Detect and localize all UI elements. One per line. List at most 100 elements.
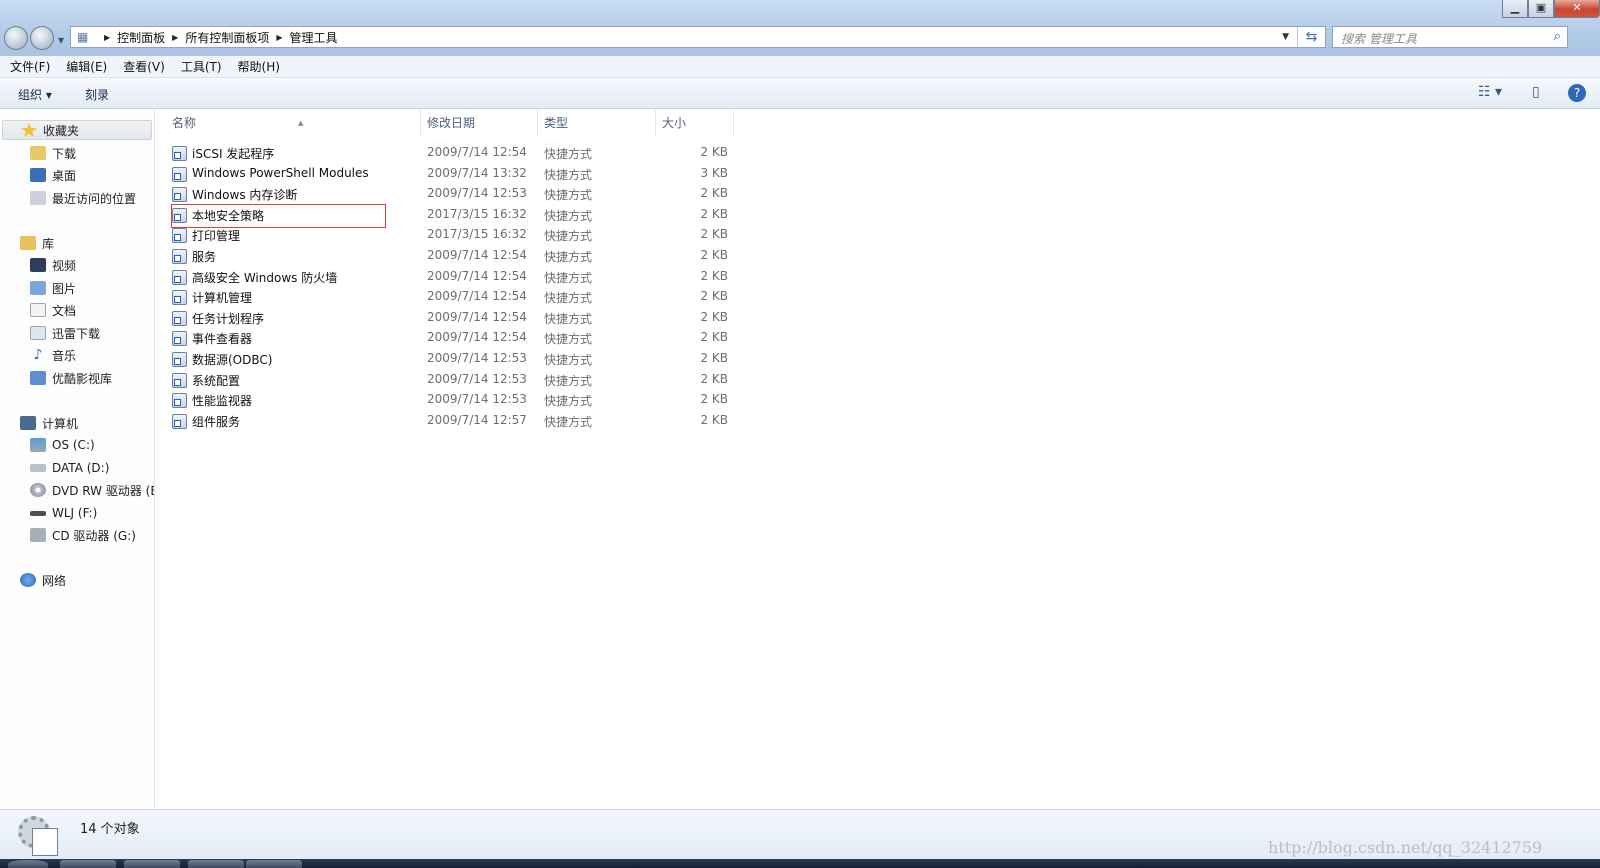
file-row[interactable]: 数据源(ODBC) 2009/7/14 12:53 快捷方式 2 KB (168, 349, 734, 369)
nav-item-desktop[interactable]: 桌面 (30, 165, 76, 185)
shortcut-icon (172, 331, 187, 347)
file-name: 本地安全策略 (192, 208, 265, 223)
nav-item-drive-g[interactable]: CD 驱动器 (G:) (30, 525, 136, 545)
file-size: 2 KB (700, 145, 728, 159)
recent-pages-chevron-icon[interactable]: ▼ (58, 36, 64, 45)
back-button[interactable] (4, 26, 28, 50)
title-bar: ▼ ▦ ▶ 控制面板 ▶ 所有控制面板项 ▶ 管理工具 ▼ ⇆ 搜索 管理工具 … (0, 0, 1600, 56)
breadcrumb-item[interactable]: 管理工具 (290, 29, 338, 46)
view-options-icon[interactable]: ☷ ▾ (1478, 84, 1502, 100)
shortcut-icon (172, 207, 187, 223)
breadcrumb-separator-icon[interactable]: ▶ (276, 33, 282, 42)
menu-tools[interactable]: 工具(T) (181, 58, 222, 75)
file-row[interactable]: iSCSI 发起程序 2009/7/14 12:54 快捷方式 2 KB (168, 143, 734, 163)
help-icon[interactable]: ? (1568, 84, 1586, 102)
nav-label: 迅雷下载 (52, 326, 101, 341)
item-count: 14 个对象 (80, 822, 140, 837)
breadcrumb-separator-icon[interactable]: ▶ (172, 33, 178, 42)
refresh-icon[interactable]: ⇆ (1297, 27, 1325, 47)
search-input[interactable]: 搜索 管理工具 ⌕ (1332, 26, 1568, 48)
start-button[interactable] (8, 860, 48, 868)
menu-edit[interactable]: 编辑(E) (66, 58, 107, 75)
nav-computer[interactable]: 计算机 (20, 413, 78, 433)
nav-item-drive-d[interactable]: DATA (D:) (30, 458, 109, 478)
dvd-drive-icon (30, 483, 46, 497)
nav-label: WLJ (F:) (52, 506, 98, 520)
file-type: 快捷方式 (544, 394, 593, 409)
nav-item-drive-e[interactable]: DVD RW 驱动器 (E (30, 480, 154, 500)
file-date: 2009/7/14 12:53 (427, 351, 527, 365)
nav-label: 文档 (52, 303, 77, 318)
taskbar-app-button[interactable] (246, 860, 302, 868)
file-row[interactable]: Windows PowerShell Modules 2009/7/14 13:3… (168, 164, 734, 184)
address-dropdown-icon[interactable]: ▼ (1282, 32, 1289, 42)
close-button[interactable]: ✕ (1554, 0, 1600, 18)
nav-item-pictures[interactable]: 图片 (30, 278, 76, 298)
shortcut-icon (172, 310, 187, 326)
file-row[interactable]: 组件服务 2009/7/14 12:57 快捷方式 2 KB (168, 411, 734, 431)
nav-item-downloads[interactable]: 下载 (30, 143, 76, 163)
file-type: 快捷方式 (544, 270, 593, 285)
nav-item-recent-places[interactable]: 最近访问的位置 (30, 188, 136, 208)
file-row[interactable]: 本地安全策略 2017/3/15 16:32 快捷方式 2 KB (168, 205, 734, 225)
file-row[interactable]: 高级安全 Windows 防火墙 2009/7/14 12:54 快捷方式 2 KB (168, 267, 734, 287)
navigation-pane: 收藏夹 下载 桌面 最近访问的位置 库 视频 图片 文档 迅雷下载 ♪ 音乐 优… (0, 110, 155, 808)
file-row[interactable]: 性能监视器 2009/7/14 12:53 快捷方式 2 KB (168, 390, 734, 410)
file-type: 快捷方式 (544, 311, 593, 326)
video-icon (30, 258, 46, 272)
pictures-icon (30, 281, 46, 295)
taskbar-app-button[interactable] (124, 860, 180, 868)
file-row[interactable]: 事件查看器 2009/7/14 12:54 快捷方式 2 KB (168, 328, 734, 348)
column-header-date[interactable]: 修改日期 (421, 110, 538, 136)
menu-view[interactable]: 查看(V) (123, 58, 165, 75)
library-icon (20, 236, 36, 250)
breadcrumb-item[interactable]: 所有控制面板项 (185, 29, 269, 46)
minimize-button[interactable]: ▁ (1502, 0, 1528, 18)
file-type: 快捷方式 (544, 414, 593, 429)
breadcrumb-item[interactable]: 控制面板 (117, 29, 165, 46)
nav-item-thunder[interactable]: 迅雷下载 (30, 323, 100, 343)
taskbar (0, 859, 1600, 868)
organize-button[interactable]: 组织 ▾ (18, 86, 52, 103)
column-label: 大小 (662, 116, 687, 130)
file-date: 2009/7/14 12:53 (427, 371, 527, 386)
file-row[interactable]: 服务 2009/7/14 12:54 快捷方式 2 KB (168, 246, 734, 266)
menu-help[interactable]: 帮助(H) (238, 58, 280, 75)
forward-button[interactable] (30, 26, 54, 50)
search-icon[interactable]: ⌕ (1554, 29, 1561, 44)
address-bar[interactable]: ▦ ▶ 控制面板 ▶ 所有控制面板项 ▶ 管理工具 ▼ ⇆ (70, 26, 1326, 48)
nav-libraries[interactable]: 库 (20, 233, 54, 253)
taskbar-app-button[interactable] (60, 860, 116, 868)
file-type: 快捷方式 (544, 188, 593, 203)
file-type: 快捷方式 (544, 229, 593, 244)
nav-favorites[interactable]: 收藏夹 (2, 120, 152, 140)
preview-pane-icon[interactable]: ▯ (1532, 84, 1540, 100)
file-size: 2 KB (700, 309, 728, 324)
file-row[interactable]: Windows 内存诊断 2009/7/14 12:53 快捷方式 2 KB (168, 184, 734, 204)
nav-item-documents[interactable]: 文档 (30, 300, 76, 320)
file-row[interactable]: 系统配置 2009/7/14 12:53 快捷方式 2 KB (168, 370, 734, 390)
file-type: 快捷方式 (544, 167, 593, 182)
file-name: 组件服务 (192, 414, 241, 429)
nav-item-videos[interactable]: 视频 (30, 255, 76, 275)
nav-item-music[interactable]: ♪ 音乐 (30, 345, 76, 365)
menu-file[interactable]: 文件(F) (10, 58, 50, 75)
file-name: 系统配置 (192, 373, 241, 388)
column-header-type[interactable]: 类型 (538, 110, 656, 136)
nav-item-youku[interactable]: 优酷影视库 (30, 368, 112, 388)
file-row[interactable]: 任务计划程序 2009/7/14 12:54 快捷方式 2 KB (168, 308, 734, 328)
shortcut-icon (172, 393, 187, 409)
nav-item-drive-c[interactable]: OS (C:) (30, 435, 95, 455)
file-row[interactable]: 计算机管理 2009/7/14 12:54 快捷方式 2 KB (168, 287, 734, 307)
nav-item-drive-f[interactable]: WLJ (F:) (30, 503, 97, 523)
column-header-size[interactable]: 大小 (656, 110, 734, 136)
nav-network[interactable]: 网络 (20, 570, 66, 590)
file-date: 2009/7/14 12:54 (427, 309, 527, 324)
file-type: 快捷方式 (544, 373, 593, 388)
breadcrumb-separator-icon[interactable]: ▶ (104, 33, 110, 42)
column-header-name[interactable]: 名称 ▲ (166, 110, 421, 136)
burn-button[interactable]: 刻录 (85, 86, 109, 103)
file-row[interactable]: 打印管理 2017/3/15 16:32 快捷方式 2 KB (168, 225, 734, 245)
taskbar-app-button[interactable] (188, 860, 244, 868)
maximize-button[interactable]: ▣ (1528, 0, 1554, 18)
